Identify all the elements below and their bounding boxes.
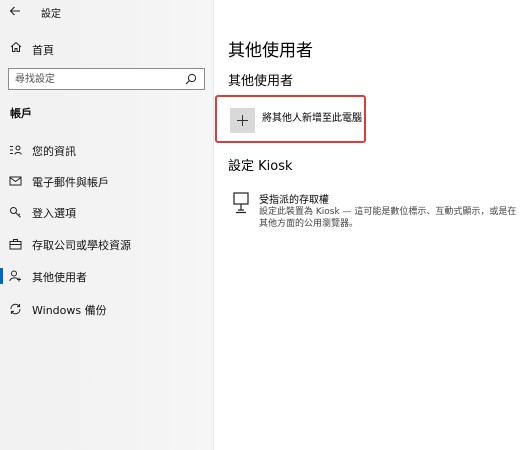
sidebar-item-work-school[interactable]: 存取公司或學校資源: [0, 229, 214, 259]
user-info-icon: [10, 145, 22, 155]
sidebar-item-sign-in-options[interactable]: 登入選項: [0, 197, 214, 227]
selected-indicator: [0, 268, 3, 284]
app-title: 設定: [41, 9, 61, 20]
assigned-access-item[interactable]: 受指派的存取權 設定此裝置為 Kiosk — 這可能是數位標示、互動式顯示，或是…: [228, 190, 524, 235]
sidebar-item-label: 存取公司或學校資源: [32, 239, 131, 252]
assigned-access-description: 設定此裝置為 Kiosk — 這可能是數位標示、互動式顯示，或是在其他方面的公用…: [259, 207, 517, 229]
sidebar: 設定 首頁 帳戶 您的資訊: [0, 0, 214, 450]
title-bar: 設定: [0, 0, 214, 22]
sidebar-item-label: 登入選項: [32, 207, 76, 220]
nav-home-label: 首頁: [32, 44, 54, 57]
settings-window: 設定 首頁 帳戶 您的資訊: [0, 0, 524, 450]
section-label-accounts: 帳戶: [10, 107, 32, 120]
briefcase-icon: [9, 239, 22, 250]
home-icon: [10, 41, 22, 52]
sidebar-item-other-users[interactable]: 其他使用者: [0, 261, 214, 291]
search-input[interactable]: [9, 69, 179, 89]
section-heading-kiosk: 設定 Kiosk: [228, 159, 293, 174]
sidebar-item-your-info[interactable]: 您的資訊: [0, 135, 214, 165]
person-add-icon: [9, 270, 21, 282]
plus-icon: [237, 115, 248, 126]
section-heading-other-users: 其他使用者: [228, 74, 294, 89]
key-icon: [10, 207, 21, 218]
sidebar-item-email-accounts[interactable]: 電子郵件與帳戶: [0, 166, 214, 196]
search-icon[interactable]: [185, 73, 197, 85]
nav-home[interactable]: 首頁: [0, 36, 214, 60]
kiosk-icon: [233, 192, 249, 214]
back-arrow-icon: [9, 6, 20, 16]
page-title: 其他使用者: [228, 41, 313, 61]
sidebar-item-label: Windows 備份: [32, 304, 107, 317]
add-user-button[interactable]: [230, 108, 255, 133]
assigned-access-title: 受指派的存取權: [259, 195, 329, 206]
mail-icon: [9, 176, 22, 186]
search-box[interactable]: [8, 68, 205, 90]
sidebar-item-windows-backup[interactable]: Windows 備份: [0, 294, 214, 324]
sidebar-item-label: 您的資訊: [32, 145, 76, 158]
add-user-label[interactable]: 將其他人新增至此電腦: [262, 109, 362, 124]
sidebar-item-label: 其他使用者: [32, 271, 87, 284]
main-content: 其他使用者 其他使用者 將其他人新增至此電腦 設定 Kiosk 受指派的存取權 …: [214, 0, 524, 450]
sidebar-item-label: 電子郵件與帳戶: [32, 176, 109, 189]
back-button[interactable]: [6, 2, 24, 20]
sync-icon: [10, 303, 21, 315]
